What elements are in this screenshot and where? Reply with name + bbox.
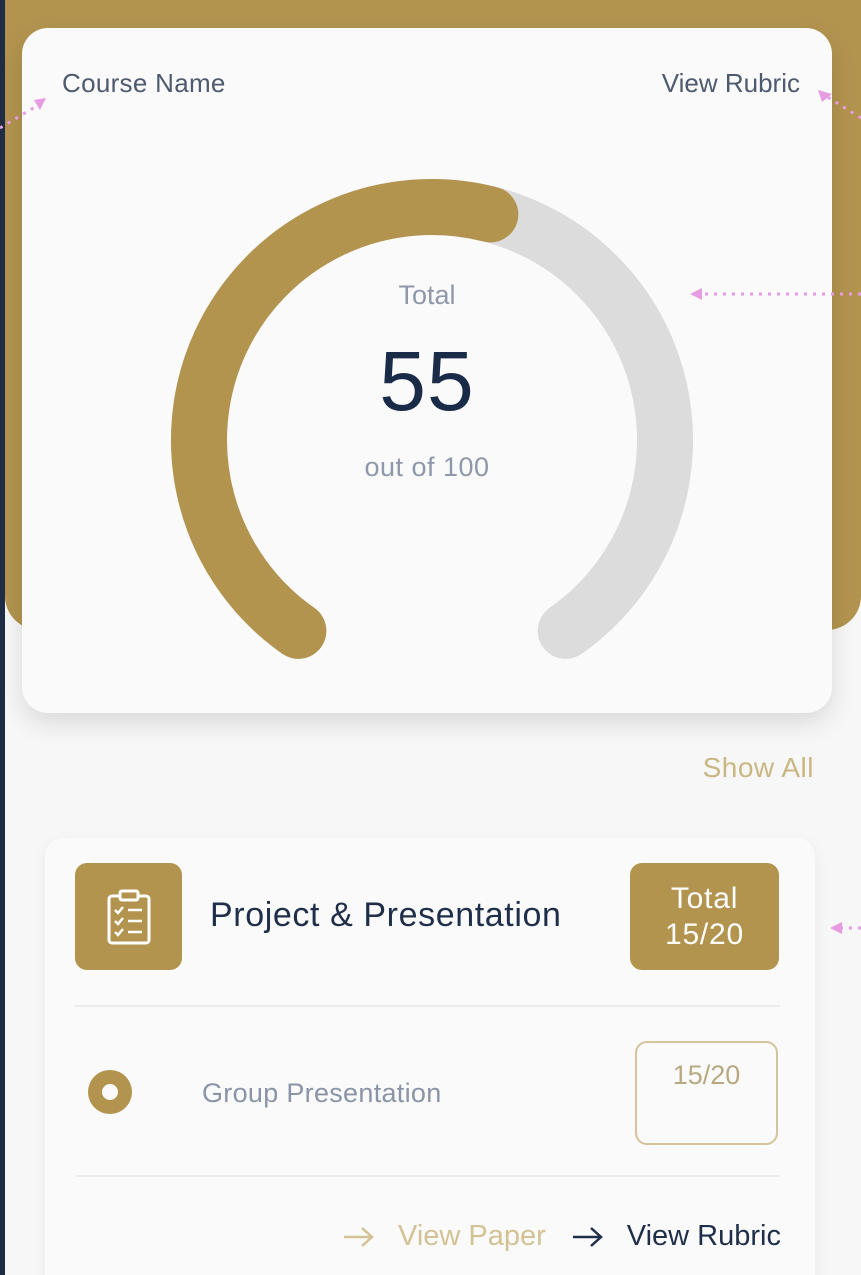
item-score-badge: 15/20 [635, 1041, 778, 1145]
section-card: Project & Presentation Total 15/20 Group… [45, 838, 815, 1275]
show-all-link[interactable]: Show All [703, 752, 814, 784]
view-rubric-label: View Rubric [626, 1220, 781, 1252]
divider [75, 1175, 780, 1177]
radio-indicator[interactable] [88, 1070, 132, 1114]
item-label: Group Presentation [202, 1078, 442, 1108]
section-total-value: 15/20 [664, 917, 745, 951]
view-paper-label: View Paper [398, 1220, 546, 1252]
gauge-score: 55 [379, 334, 475, 428]
gauge-label: Total [398, 280, 456, 310]
arrow-right-icon [342, 1225, 376, 1249]
arrow-right-icon [571, 1225, 605, 1249]
section-title: Project & Presentation [210, 896, 562, 934]
clipboard-checklist-icon [75, 863, 182, 970]
divider [75, 1005, 780, 1007]
view-paper-link[interactable]: View Paper [342, 1220, 546, 1253]
gauge-max-label: out of 100 [364, 452, 490, 482]
score-card: Course Name View Rubric Total 55 out of … [22, 28, 832, 713]
section-total-badge: Total 15/20 [630, 863, 779, 970]
page: Course Name View Rubric Total 55 out of … [5, 0, 861, 1275]
action-links: View Paper View Rubric [342, 1220, 781, 1253]
view-rubric-link-bottom[interactable]: View Rubric [571, 1220, 781, 1253]
section-total-label: Total [670, 881, 739, 915]
